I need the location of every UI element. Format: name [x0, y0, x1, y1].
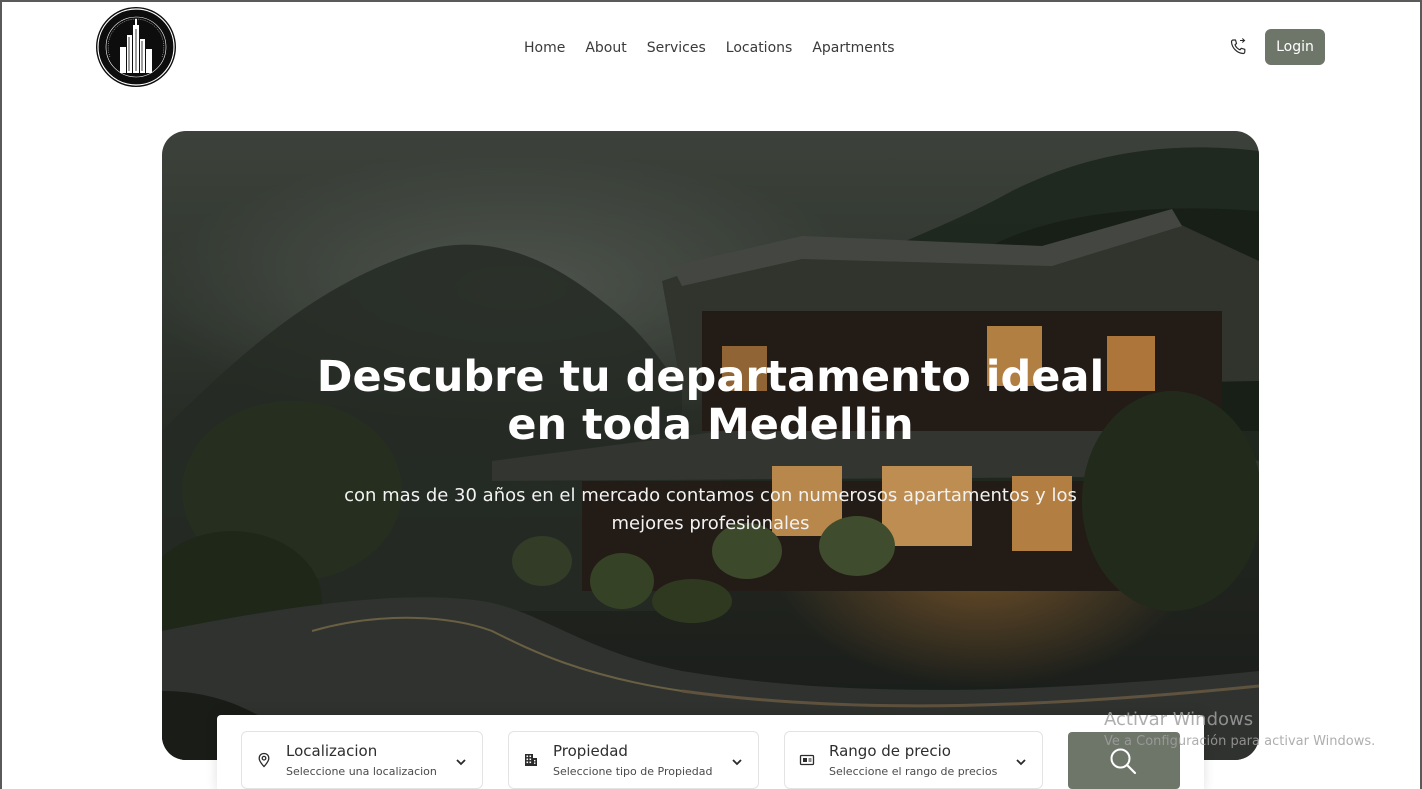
login-button[interactable]: Login — [1265, 29, 1325, 65]
nav-home[interactable]: Home — [524, 40, 565, 56]
search-panel: Localizacion Seleccione una localizacion… — [217, 715, 1204, 789]
price-tag-icon — [799, 752, 815, 768]
property-select[interactable]: Propiedad Seleccione tipo de Propiedad — [508, 731, 759, 789]
price-range-select[interactable]: Rango de precio Seleccione el rango de p… — [784, 731, 1043, 789]
location-label: Localizacion — [286, 742, 378, 760]
nav-locations[interactable]: Locations — [726, 40, 793, 56]
price-range-label: Rango de precio — [829, 742, 951, 760]
location-select[interactable]: Localizacion Seleccione una localizacion — [241, 731, 483, 789]
city-skyline-logo-icon — [97, 8, 175, 86]
hero-title-line-1: Descubre tu departamento ideal — [316, 352, 1105, 402]
nav-about[interactable]: About — [585, 40, 626, 56]
price-range-hint: Seleccione el rango de precios — [829, 765, 998, 778]
hero-title-line-2: en toda Medellin — [507, 400, 914, 450]
main-nav: Home About Services Locations Apartments — [524, 38, 895, 58]
search-icon — [1110, 748, 1137, 775]
nav-apartments[interactable]: Apartments — [812, 40, 894, 56]
map-pin-icon — [256, 752, 272, 768]
nav-services[interactable]: Services — [647, 40, 706, 56]
windows-activation-title: Activar Windows — [1104, 709, 1254, 730]
hero-subtitle: con mas de 30 años en el mercado contamo… — [344, 485, 1077, 534]
chevron-down-icon — [730, 754, 744, 768]
windows-activation-hint: Ve a Configuración para activar Windows. — [1104, 734, 1376, 749]
property-hint: Seleccione tipo de Propiedad — [553, 765, 713, 778]
location-hint: Seleccione una localizacion — [286, 765, 437, 778]
chevron-down-icon — [454, 754, 468, 768]
chevron-down-icon — [1014, 754, 1028, 768]
hero-banner: Descubre tu departamento ideal en toda M… — [162, 131, 1259, 760]
property-label: Propiedad — [553, 742, 628, 760]
phone-icon[interactable] — [1229, 38, 1247, 56]
hero-title: Descubre tu departamento ideal en toda M… — [162, 353, 1259, 449]
brand-logo[interactable] — [96, 7, 176, 87]
building-icon — [523, 752, 539, 768]
